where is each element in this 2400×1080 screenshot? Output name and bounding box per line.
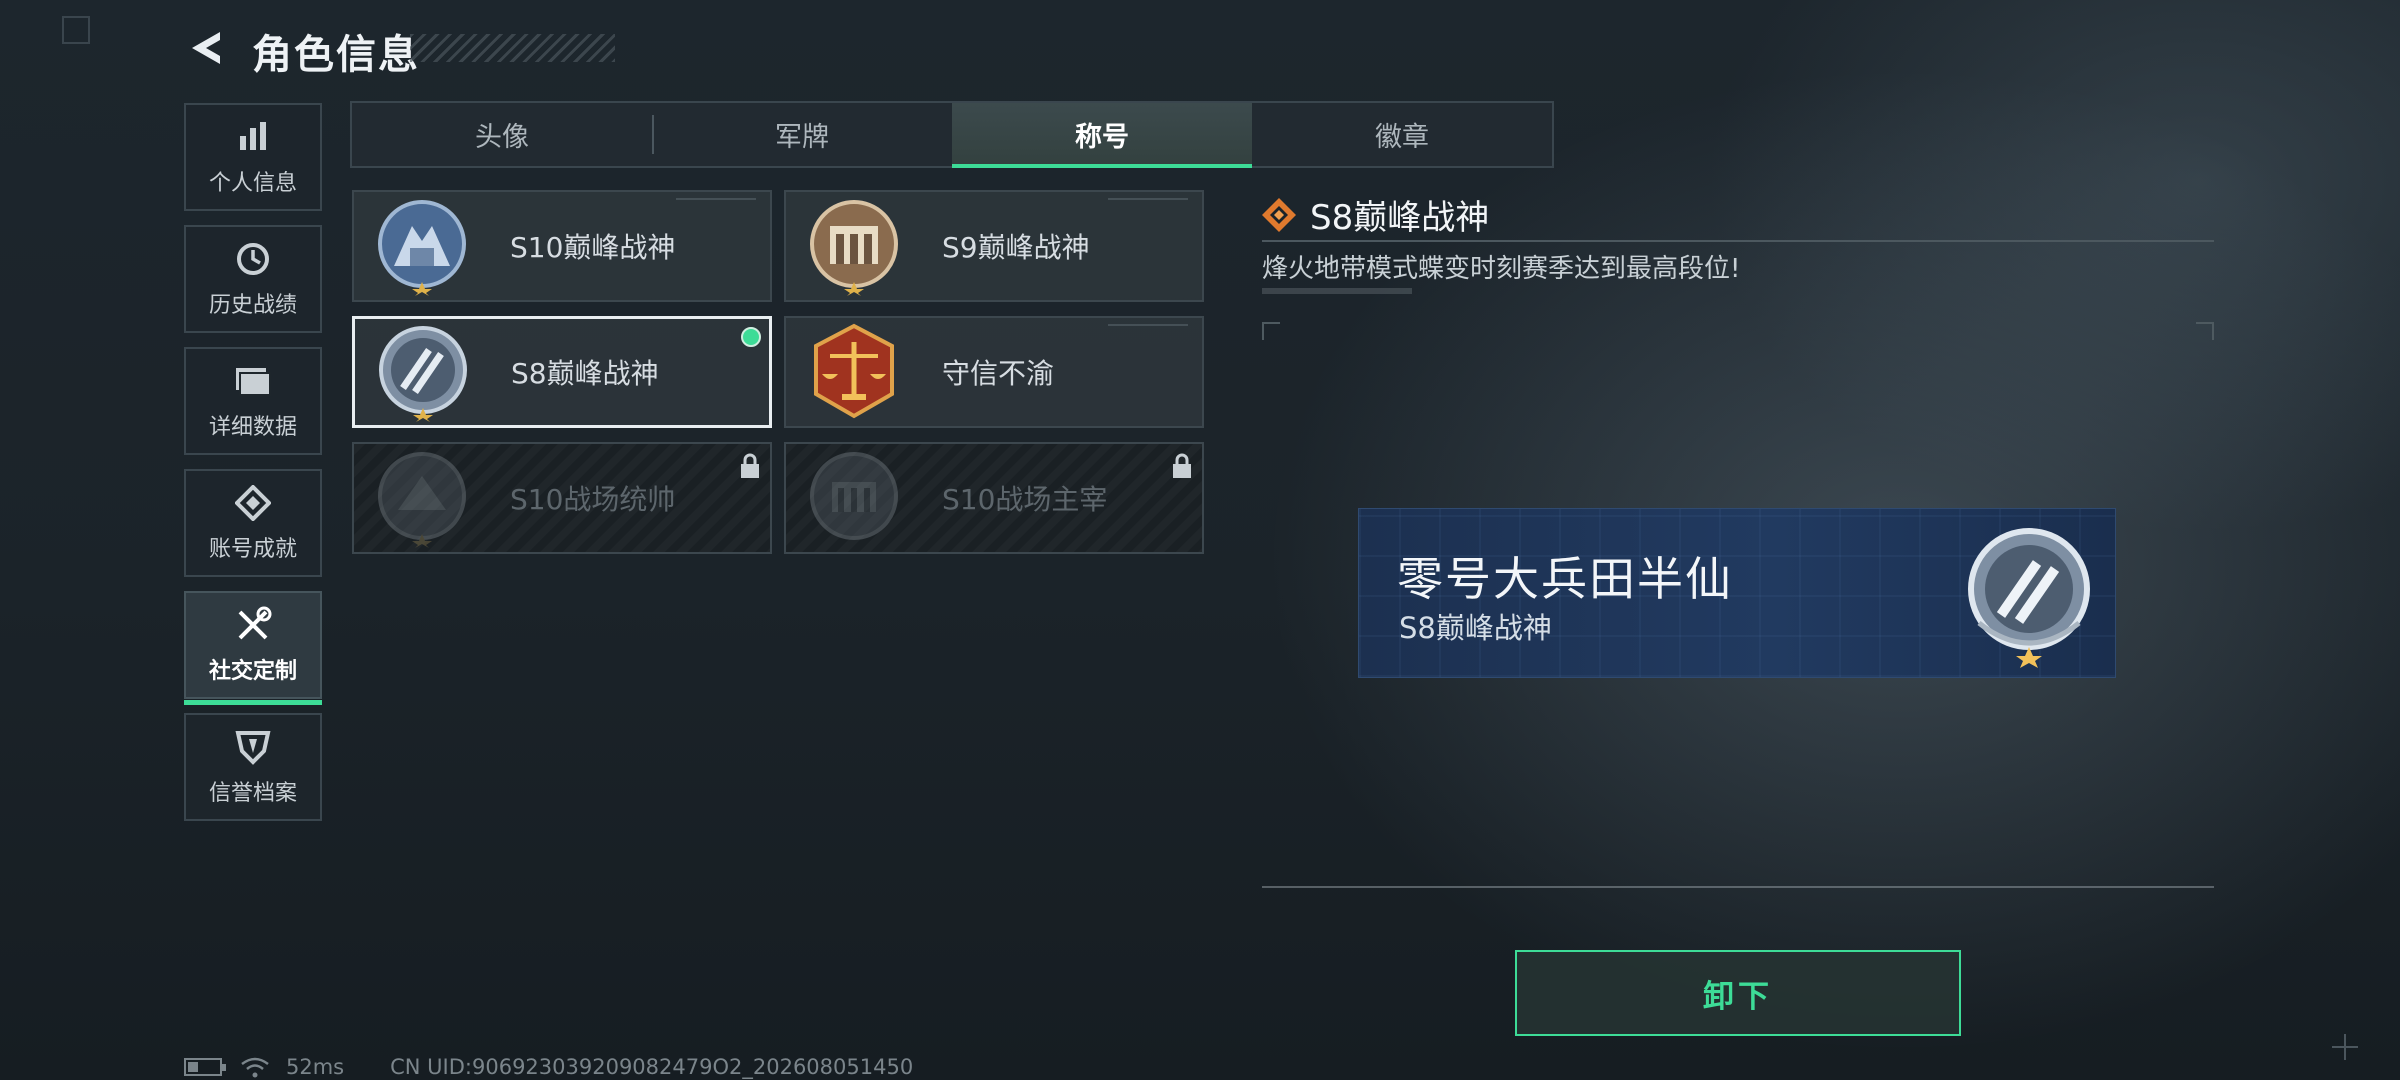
diamond-title-icon [1262, 197, 1296, 232]
title-name: 守信不渝 [942, 357, 1055, 390]
category-tabs: 头像 军牌 称号 徽章 [350, 101, 1554, 168]
folder-icon [233, 361, 273, 401]
sidebar-item-label: 详细数据 [208, 415, 297, 440]
equipped-indicator [741, 327, 761, 347]
nameplate-title: S8巅峰战神 [1399, 611, 1552, 645]
title-name: S10战场主宰 [942, 483, 1108, 516]
tab-dog-tag[interactable]: 军牌 [652, 103, 952, 166]
reputation-shield-icon [233, 727, 273, 767]
sidebar-item-label: 个人信息 [208, 171, 297, 196]
card-decoration [1108, 198, 1188, 200]
title-name: S10巅峰战神 [510, 231, 676, 264]
frame-corner [1262, 322, 1280, 340]
tab-title[interactable]: 称号 [952, 103, 1252, 168]
card-decoration [676, 198, 756, 200]
title-card[interactable]: S9巅峰战神 [784, 190, 1204, 302]
sidebar-item-history[interactable]: 历史战绩 [184, 225, 322, 333]
corner-frame-decoration [62, 16, 90, 44]
uid-text: CN UID:906923039209082479O2_202608051450 [390, 1055, 914, 1079]
preview-bottom-line [1262, 886, 2214, 888]
title-card[interactable]: S10巅峰战神 [352, 190, 772, 302]
sidebar-item-label: 社交定制 [208, 659, 297, 684]
title-name: S8巅峰战神 [511, 357, 659, 390]
tab-badge[interactable]: 徽章 [1252, 103, 1552, 166]
bar-chart-icon [233, 117, 273, 157]
player-name: 零号大兵田半仙 [1397, 552, 1733, 606]
s9-peak-emblem-icon [804, 196, 904, 296]
unequip-button[interactable]: 卸下 [1515, 950, 1961, 1036]
unequip-button-label: 卸下 [1703, 978, 1773, 1015]
scales-emblem-icon [804, 322, 904, 422]
card-decoration [1108, 324, 1188, 326]
plus-corner-icon [2332, 1034, 2358, 1060]
tools-icon [233, 605, 273, 645]
back-button[interactable] [186, 28, 226, 68]
detail-description: 烽火地带模式蝶变时刻赛季达到最高段位! [1262, 254, 1741, 284]
status-bar: 52ms CN UID:906923039209082479O2_2026080… [184, 1055, 913, 1079]
wifi-icon [241, 1057, 269, 1078]
s10-commander-emblem-icon [372, 448, 472, 548]
s10-dominator-emblem-icon [804, 448, 904, 548]
sidebar: 个人信息 历史战绩 详细数据 账号成就 社交定制 信誉档案 [184, 103, 322, 835]
title-decoration [410, 34, 615, 62]
detail-header: S8巅峰战神 [1260, 190, 1489, 239]
title-card-selected[interactable]: S8巅峰战神 [352, 316, 772, 428]
sidebar-item-personal-info[interactable]: 个人信息 [184, 103, 322, 211]
title-card[interactable]: 守信不渝 [784, 316, 1204, 428]
title-card-locked[interactable]: S10战场主宰 [784, 442, 1204, 554]
s8-peak-emblem-icon [373, 322, 473, 422]
title-card-locked[interactable]: S10战场统帅 [352, 442, 772, 554]
s8-peak-emblem-icon [1959, 523, 2099, 668]
tab-avatar[interactable]: 头像 [352, 103, 652, 166]
sidebar-item-label: 信誉档案 [208, 781, 297, 806]
sidebar-item-detailed-data[interactable]: 详细数据 [184, 347, 322, 455]
lock-icon [741, 453, 759, 478]
description-decoration [1262, 288, 1412, 294]
ping-readout: 52ms [286, 1055, 345, 1079]
s10-peak-emblem-icon [372, 196, 472, 296]
sidebar-item-reputation[interactable]: 信誉档案 [184, 713, 322, 821]
battery-icon [184, 1058, 226, 1076]
sidebar-item-achievements[interactable]: 账号成就 [184, 469, 322, 577]
page-title: 角色信息 [252, 32, 420, 78]
achievement-icon [233, 483, 273, 523]
back-arrow-icon [192, 32, 220, 64]
frame-corner [2196, 322, 2214, 340]
divider [1262, 240, 2214, 242]
title-name: S9巅峰战神 [942, 231, 1090, 264]
detail-title: S8巅峰战神 [1310, 198, 1490, 238]
sidebar-item-social-custom[interactable]: 社交定制 [184, 591, 322, 705]
sidebar-item-label: 历史战绩 [208, 293, 297, 318]
lock-icon [1173, 453, 1191, 478]
sidebar-item-label: 账号成就 [208, 537, 297, 562]
title-name: S10战场统帅 [510, 483, 676, 516]
history-clock-icon [233, 239, 273, 279]
nameplate-preview: 零号大兵田半仙 S8巅峰战神 [1358, 508, 2116, 678]
